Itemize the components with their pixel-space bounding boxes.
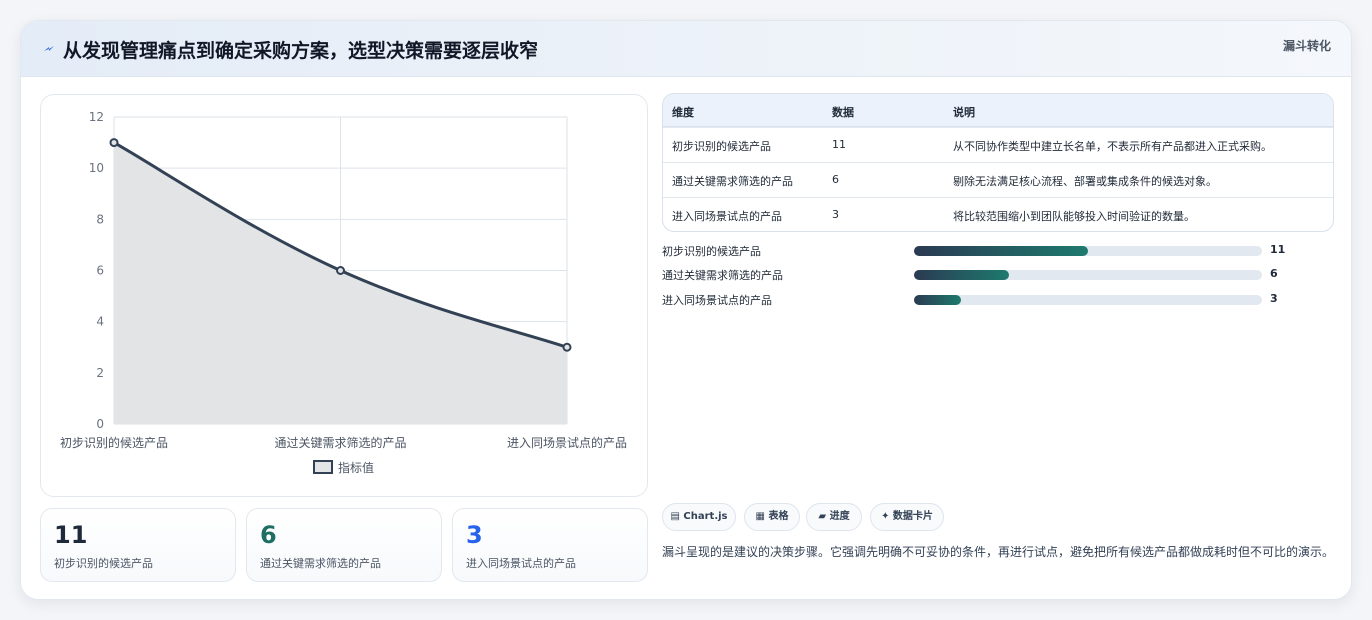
progress-value: 6 <box>1270 267 1278 280</box>
progress-label: 初步识别的候选产品 <box>662 245 761 258</box>
stat-value: 6 <box>260 521 277 549</box>
stat-card-1: 6 通过关键需求筛选的产品 <box>246 508 442 582</box>
progress-fill <box>914 246 1088 256</box>
table-row: 进入同场景试点的产品 3 将比较范围缩小到团队能够投入时间验证的数量。 <box>663 197 1333 231</box>
page-title: 从发现管理痛点到确定采购方案，选型决策需要逐层收窄 <box>63 40 539 62</box>
x-tick-label: 通过关键需求筛选的产品 <box>274 435 406 450</box>
stat-label: 通过关键需求筛选的产品 <box>260 557 381 570</box>
y-tick-label: 10 <box>89 161 104 175</box>
progress-row: 进入同场景试点的产品 3 <box>662 292 1334 308</box>
stat-value: 3 <box>466 521 483 549</box>
stat-label: 进入同场景试点的产品 <box>466 557 576 570</box>
table-cell: 11 <box>832 138 846 151</box>
x-tick-label: 初步识别的候选产品 <box>60 435 168 450</box>
chip-chartjs[interactable]: ▤ Chart.js <box>662 503 736 531</box>
progress-list: 初步识别的候选产品 11 通过关键需求筛选的产品 6 进入同场景试点的产品 3 <box>662 243 1334 323</box>
progress-row: 通过关键需求筛选的产品 6 <box>662 267 1334 283</box>
data-point <box>109 138 119 148</box>
progress-fill <box>914 295 962 305</box>
y-tick-label: 4 <box>96 315 104 329</box>
progress-track <box>914 246 1262 256</box>
table-cell: 将比较范围缩小到团队能够投入时间验证的数量。 <box>953 210 1195 223</box>
stat-card-0: 11 初步识别的候选产品 <box>40 508 236 582</box>
table-cell: 3 <box>832 208 839 221</box>
line-chart: 0 2 4 6 8 10 12 初步识别的候选产品 通过关键需求筛选的产品 进入同场景试点的产品指… <box>40 94 648 497</box>
legend-label: 指标值 <box>338 460 374 475</box>
x-tick-label: 进入同场景试点的产品 <box>507 435 627 450</box>
stat-label: 初步识别的候选产品 <box>54 557 153 570</box>
table-cell: 进入同场景试点的产品 <box>672 210 782 223</box>
table-header-cell: 数据 <box>832 106 854 119</box>
progress-row: 初步识别的候选产品 11 <box>662 243 1334 259</box>
table-cell: 初步识别的候选产品 <box>672 140 771 153</box>
bolt-icon <box>44 46 54 51</box>
chart-svg: 0 2 4 6 8 10 12 初步识别的候选产品 通过关键需求筛选的产品 进入同场景试点的产品指… <box>60 110 627 475</box>
y-tick-label: 6 <box>96 264 104 278</box>
table-cell: 剔除无法满足核心流程、部署或集成条件的候选对象。 <box>953 175 1217 188</box>
y-tick-label: 8 <box>96 212 104 226</box>
legend-swatch <box>313 460 333 474</box>
chip-table[interactable]: ▦ 表格 <box>744 503 800 531</box>
progress-label: 进入同场景试点的产品 <box>662 294 772 307</box>
stat-card-2: 3 进入同场景试点的产品 <box>452 508 648 582</box>
table-cell: 6 <box>832 173 839 186</box>
table-header-cell: 维度 <box>672 106 694 119</box>
progress-track <box>914 270 1262 280</box>
y-tick-label: 12 <box>89 110 104 124</box>
progress-value: 3 <box>1270 292 1278 305</box>
stat-value: 11 <box>54 521 88 549</box>
table-cell: 通过关键需求筛选的产品 <box>672 175 793 188</box>
progress-label: 通过关键需求筛选的产品 <box>662 269 783 282</box>
table-cell: 从不同协作类型中建立长名单，不表示所有产品都进入正式采购。 <box>953 140 1272 153</box>
table-header-cell: 说明 <box>953 106 975 119</box>
chip-progress[interactable]: ▰ 进度 <box>806 503 862 531</box>
header: 从发现管理痛点到确定采购方案，选型决策需要逐层收窄 漏斗转化 <box>21 21 1351 77</box>
progress-track <box>914 295 1262 305</box>
progress-fill <box>914 270 1009 280</box>
main-card: 从发现管理痛点到确定采购方案，选型决策需要逐层收窄 漏斗转化 0 2 4 6 8 10 12… <box>20 20 1352 600</box>
note-text: 漏斗呈现的是建议的决策步骤。它强调先明确不可妥协的条件，再进行试点，避免把所有候… <box>662 545 1335 559</box>
data-point <box>562 342 572 352</box>
y-tick-label: 2 <box>96 366 104 380</box>
chip-data-card[interactable]: ✦ 数据卡片 <box>870 503 944 531</box>
table-row: 通过关键需求筛选的产品 6 剔除无法满足核心流程、部署或集成条件的候选对象。 <box>663 162 1333 197</box>
y-tick-label: 0 <box>96 417 104 431</box>
progress-value: 11 <box>1270 243 1286 256</box>
data-table: 维度 数据 说明 初步识别的候选产品 11 从不同协作类型中建立长名单，不表示所… <box>662 93 1334 232</box>
table-row: 初步识别的候选产品 11 从不同协作类型中建立长名单，不表示所有产品都进入正式采… <box>663 127 1333 162</box>
data-point <box>336 266 345 275</box>
funnel-tag: 漏斗转化 <box>1282 39 1331 53</box>
table-header-row: 维度 数据 说明 <box>663 94 1333 127</box>
